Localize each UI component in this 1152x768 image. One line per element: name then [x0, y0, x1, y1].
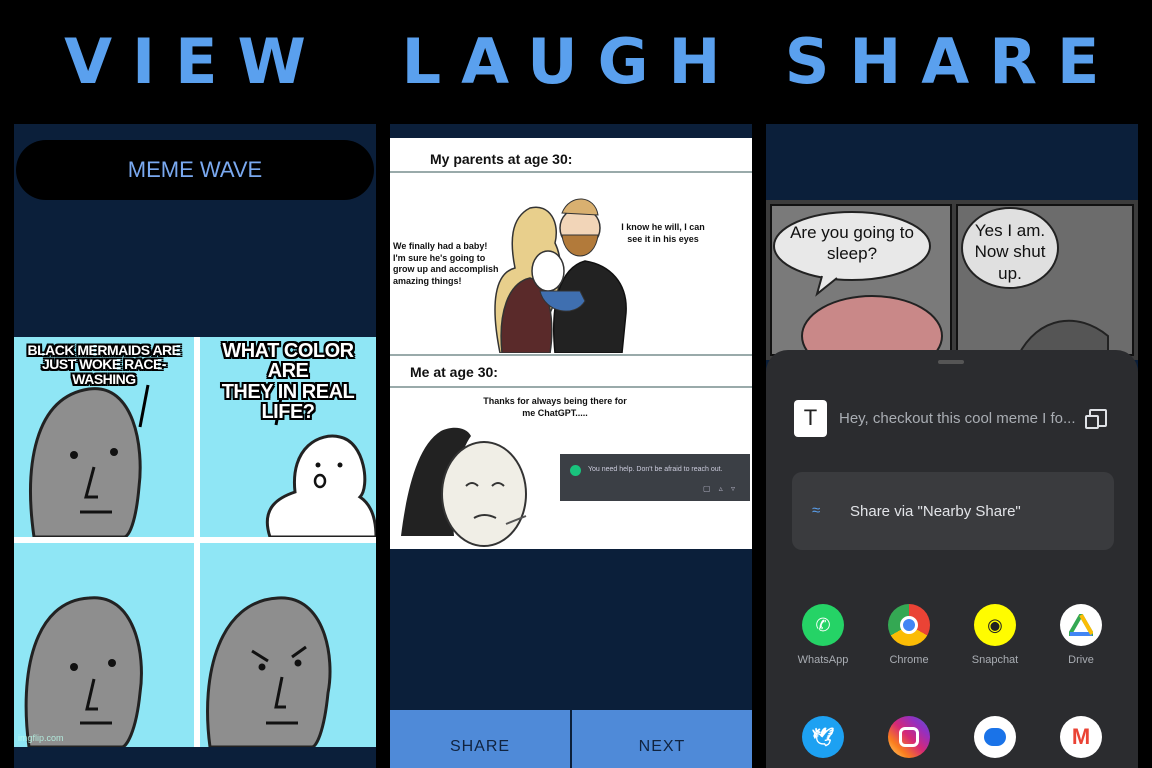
share-app-instagram[interactable]	[874, 716, 944, 758]
meme-caption-right: WHAT COLOR ARE THEY IN REAL LIFE?	[200, 341, 376, 423]
share-app-drive[interactable]: Drive	[1046, 604, 1116, 666]
comic-divider	[390, 386, 752, 388]
whatsapp-icon: ✆	[802, 604, 844, 646]
bubble-right-text: Yes I am. Now shut up.	[974, 221, 1046, 283]
share-app-label: WhatsApp	[797, 654, 849, 666]
app-title: MEME WAVE	[127, 157, 263, 182]
meme-image: Are you going to sleep? Yes I am. Now sh…	[766, 200, 1138, 377]
copy-icon[interactable]	[1085, 409, 1107, 429]
share-app-gmail[interactable]: M	[1046, 716, 1116, 758]
share-text-row: T Hey, checkout this cool meme I fo...	[794, 398, 1114, 438]
share-app-chrome[interactable]: Chrome	[874, 604, 944, 666]
share-message-preview: Hey, checkout this cool meme I fo...	[839, 409, 1076, 427]
drive-icon	[1060, 604, 1102, 646]
gmail-icon: M	[1060, 716, 1102, 758]
npc-face-illustration	[24, 596, 143, 747]
share-app-label: Chrome	[889, 654, 929, 666]
meme-caption-left-line-1: BLACK MERMAIDS ARE	[27, 342, 181, 358]
meme-caption-left: BLACK MERMAIDS ARE JUST WOKE RACE-WASHIN…	[14, 343, 194, 386]
laugh-heading: LAUGH	[401, 25, 741, 98]
app-title-bar: MEME WAVE	[16, 140, 374, 200]
meme-cell-bottom-left: imgflip.com	[14, 543, 194, 747]
nearby-share-label: Share via "Nearby Share"	[850, 502, 1021, 520]
laugh-screen: My parents at age 30: We finally had a b…	[390, 124, 752, 768]
twitter-icon: 🕊	[802, 716, 844, 758]
share-app-snapchat[interactable]: ◉ Snapchat	[960, 604, 1030, 666]
share-sheet: T Hey, checkout this cool meme I fo... ≈…	[766, 350, 1138, 768]
chrome-icon	[888, 604, 930, 646]
bubble-left-text: Are you going to sleep?	[790, 223, 914, 264]
comic-mom-text: We finally had a baby! I'm sure he's goi…	[393, 241, 499, 287]
feedback-icons: ▢ ▵ ▿	[702, 484, 738, 493]
comic-top-label: My parents at age 30:	[430, 151, 573, 167]
comic-frame-left: Are you going to sleep?	[770, 204, 952, 377]
nearby-share-button[interactable]: ≈ Share via "Nearby Share"	[792, 472, 1114, 550]
angry-npc-face-illustration	[206, 596, 332, 747]
meme-caption-left-line-2: JUST WOKE RACE-WASHING	[42, 356, 166, 387]
text-icon: T	[794, 399, 827, 437]
meme-image[interactable]: BLACK MERMAIDS ARE JUST WOKE RACE-WASHIN…	[14, 337, 376, 747]
next-button[interactable]: NEXT	[572, 710, 752, 768]
share-heading: SHARE	[784, 25, 1120, 98]
share-app-label: Snapchat	[971, 654, 1019, 666]
chatgpt-message: You need help. Don't be afraid to reach …	[588, 466, 723, 473]
share-screen: Are you going to sleep? Yes I am. Now sh…	[766, 124, 1138, 768]
messages-icon	[974, 716, 1016, 758]
meme-image[interactable]: My parents at age 30: We finally had a b…	[390, 138, 752, 549]
view-heading: VIEW	[64, 25, 326, 98]
share-app-whatsapp[interactable]: ✆ WhatsApp	[788, 604, 858, 666]
share-button[interactable]: SHARE	[390, 710, 570, 768]
meme-caption-right-line-2: THEY IN REAL LIFE?	[221, 380, 355, 424]
share-app-twitter[interactable]: 🕊	[788, 716, 858, 758]
imgflip-watermark: imgflip.com	[18, 733, 64, 743]
comic-frame-right: Yes I am. Now shut up.	[956, 204, 1134, 360]
meme-cell-bottom-right	[200, 543, 376, 747]
view-screen: MEME WAVE BLACK MERMAIDS ARE JUST WOKE R…	[14, 124, 376, 768]
nearby-share-icon: ≈	[812, 502, 821, 519]
share-app-label: Drive	[1068, 654, 1094, 666]
comic-dad-text: I know he will, I can see it in his eyes	[621, 222, 705, 244]
drive-triangle-icon	[1069, 614, 1093, 636]
meme-cell-top-right: WHAT COLOR ARE THEY IN REAL LIFE?	[200, 337, 376, 537]
chatgpt-message-box: You need help. Don't be afraid to reach …	[560, 454, 750, 501]
share-app-messages[interactable]	[960, 716, 1030, 758]
instagram-icon	[888, 716, 930, 758]
meme-caption-right-line-1: WHAT COLOR ARE	[222, 340, 354, 383]
comic-bottom-label: Me at age 30:	[410, 364, 498, 380]
sad-wojak-illustration	[401, 427, 527, 547]
snapchat-icon: ◉	[974, 604, 1016, 646]
comic-divider	[390, 354, 752, 356]
chatgpt-icon	[570, 465, 581, 476]
meme-cell-top-left: BLACK MERMAIDS ARE JUST WOKE RACE-WASHIN…	[14, 337, 194, 537]
sheet-drag-handle[interactable]	[938, 360, 964, 364]
